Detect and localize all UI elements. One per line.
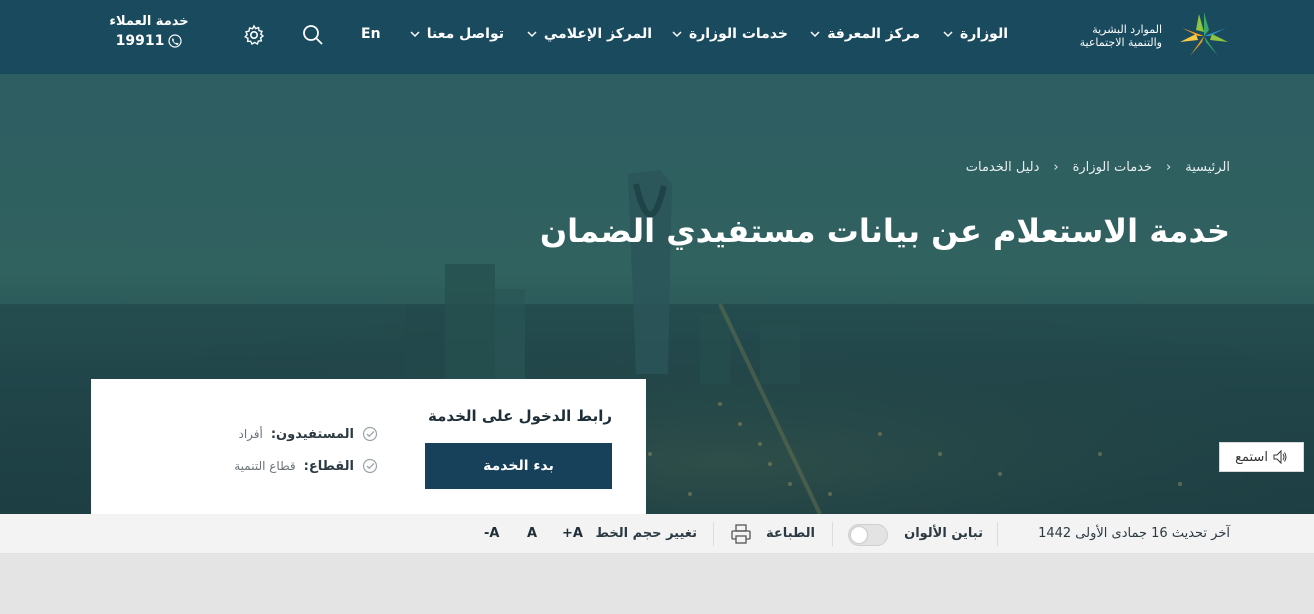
accessibility-toolbar: آخر تحديث 16 جمادى الأولى 1442 تباين الأ… <box>0 514 1314 554</box>
chevron-down-icon <box>527 31 537 38</box>
printer-icon[interactable] <box>730 523 752 545</box>
breadcrumb: الرئيسية ‹ خدمات الوزارة ‹ دليل الخدمات <box>966 160 1230 175</box>
contrast-label: تباين الألوان <box>904 526 983 541</box>
print-label[interactable]: الطباعة <box>766 526 815 541</box>
chevron-left-icon: ‹ <box>1166 160 1172 175</box>
site-header: الموارد البشرية والتنمية الاجتماعية الوز… <box>0 0 1314 74</box>
customer-service-number: 19911 <box>115 33 165 49</box>
nav-ministry[interactable]: الوزارة <box>942 26 1008 42</box>
check-circle-icon <box>362 458 378 474</box>
font-normal-button[interactable]: A <box>527 526 537 541</box>
customer-service-label: خدمة العملاء <box>109 14 189 29</box>
toggle-knob <box>851 527 867 543</box>
beneficiaries-value: أفراد <box>238 427 263 441</box>
divider <box>713 522 714 546</box>
ministry-logo[interactable]: الموارد البشرية والتنمية الاجتماعية <box>1072 10 1232 62</box>
content-area <box>0 555 1314 614</box>
search-icon[interactable] <box>302 24 324 46</box>
page-title: خدمة الاستعلام عن بيانات مستفيدي الضمان <box>539 212 1230 250</box>
listen-button[interactable]: استمع <box>1219 442 1304 472</box>
divider <box>832 522 833 546</box>
nav-contact-us-label: تواصل معنا <box>426 26 504 42</box>
contrast-toggle[interactable] <box>848 524 888 546</box>
nav-knowledge-center[interactable]: مركز المعرفة <box>809 26 920 42</box>
beneficiaries-label: المستفيدون: <box>270 426 354 442</box>
breadcrumb-ministry-services[interactable]: خدمات الوزارة <box>1073 160 1152 175</box>
service-card-title: رابط الدخول على الخدمة <box>428 407 612 425</box>
breadcrumb-home[interactable]: الرئيسية <box>1185 160 1230 175</box>
speaker-icon <box>1273 449 1287 465</box>
last-update-text: آخر تحديث 16 جمادى الأولى 1442 <box>1038 526 1230 541</box>
nav-media-center[interactable]: المركز الإعلامي <box>526 26 652 42</box>
customer-service[interactable]: خدمة العملاء 19911 <box>104 14 194 49</box>
nav-contact-us[interactable]: تواصل معنا <box>409 26 504 42</box>
logo-star-icon <box>1180 12 1228 56</box>
listen-label: استمع <box>1235 449 1268 465</box>
check-circle-icon <box>362 426 378 442</box>
beneficiaries-row: المستفيدون: أفراد <box>238 426 378 442</box>
sector-value: قطاع التنمية <box>234 459 296 473</box>
logo-line-1: الموارد البشرية <box>1092 23 1162 36</box>
nav-ministry-label: الوزارة <box>959 26 1008 42</box>
phone-icon <box>168 34 182 48</box>
font-size-label: تغيير حجم الخط <box>595 526 697 541</box>
chevron-down-icon <box>410 31 420 38</box>
customer-service-phone: 19911 <box>104 33 194 49</box>
service-card: رابط الدخول على الخدمة بدء الخدمة المستف… <box>91 379 646 514</box>
nav-ministry-services[interactable]: خدمات الوزارة <box>671 26 788 42</box>
chevron-down-icon <box>943 31 953 38</box>
start-service-button[interactable]: بدء الخدمة <box>425 443 612 489</box>
nav-ministry-services-label: خدمات الوزارة <box>688 26 788 42</box>
sector-label: القطاع: <box>303 458 354 474</box>
chevron-left-icon: ‹ <box>1053 160 1059 175</box>
breadcrumb-services-guide[interactable]: دليل الخدمات <box>966 160 1040 175</box>
divider <box>997 522 998 546</box>
font-decrease-button[interactable]: -A <box>484 526 499 541</box>
hero-banner: الرئيسية ‹ خدمات الوزارة ‹ دليل الخدمات … <box>0 74 1314 514</box>
logo-text: الموارد البشرية والتنمية الاجتماعية <box>1080 23 1162 49</box>
chevron-down-icon <box>672 31 682 38</box>
font-increase-button[interactable]: +A <box>562 526 583 541</box>
logo-line-2: والتنمية الاجتماعية <box>1079 36 1162 49</box>
nav-media-center-label: المركز الإعلامي <box>543 26 652 42</box>
chevron-down-icon <box>810 31 820 38</box>
sector-row: القطاع: قطاع التنمية <box>234 458 378 474</box>
language-toggle[interactable]: En <box>361 26 381 42</box>
gear-icon[interactable] <box>243 24 265 46</box>
nav-knowledge-center-label: مركز المعرفة <box>827 26 920 42</box>
